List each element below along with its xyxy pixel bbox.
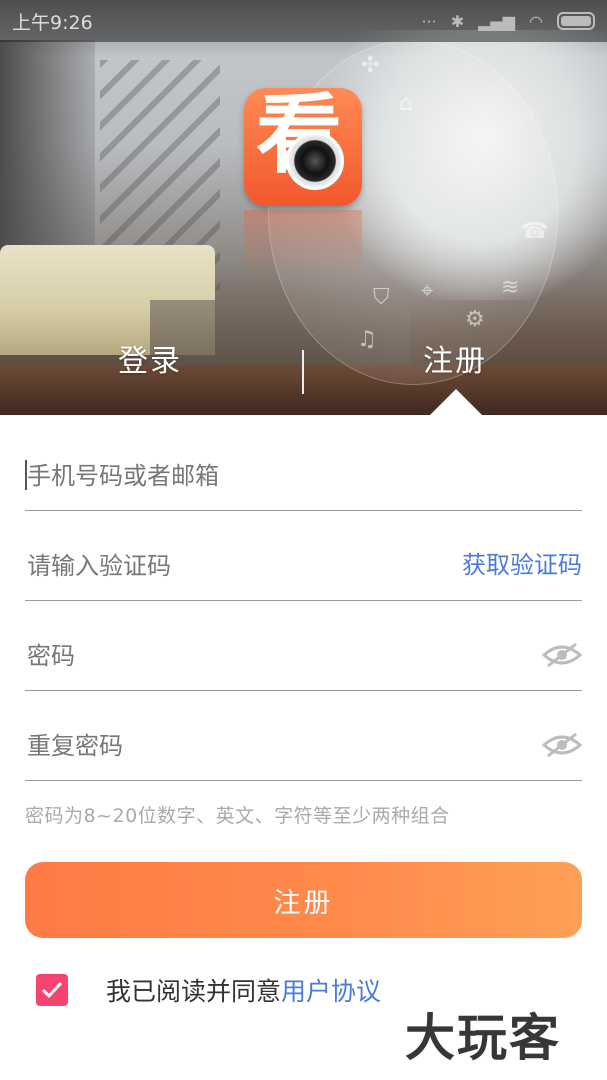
camera-lens-icon [286,132,344,190]
eye-hidden-icon[interactable] [542,732,582,758]
status-bar: 上午9:26 ··· ✱ ▂▄▆ ◠ [0,0,607,42]
get-code-button[interactable]: 获取验证码 [462,545,582,580]
password-input[interactable] [25,642,582,670]
phone-icon: ☎ [521,219,549,244]
music-icon: ♫ [357,327,377,352]
tab-divider [302,350,304,394]
wifi-icon: ◠ [529,11,543,31]
more-icon: ··· [421,11,437,31]
register-form: 获取验证码 密码为8~20位数字、英文、字符等至少两种组合 [25,415,582,828]
watermark: 大玩客 [405,1009,561,1067]
code-field: 获取验证码 [25,511,582,601]
gear-icon: ⚙ [465,307,485,332]
eye-hidden-icon[interactable] [542,642,582,668]
location-icon: ⌖ [421,279,434,304]
app-logo: 看 [244,88,362,206]
shield-icon: ⛉ [373,285,390,310]
password-repeat-input[interactable] [25,732,582,760]
register-button[interactable]: 注册 [25,862,582,938]
password-repeat-field [25,691,582,781]
active-tab-indicator [429,389,483,416]
text-cursor [25,460,27,490]
fan-icon: ✣ [361,53,380,78]
bluetooth-icon: ✱ [450,11,465,31]
status-time: 上午9:26 [12,11,93,34]
user-agreement-link[interactable]: 用户协议 [281,972,381,1008]
agreement-checkbox[interactable] [36,974,68,1006]
wifi-icon: ≋ [501,275,520,300]
signal-icon: ▂▄▆ [478,11,516,31]
password-field [25,601,582,691]
logo-reflection [244,210,362,280]
account-input[interactable] [25,462,582,490]
battery-icon [557,12,595,30]
agreement-row: 我已阅读并同意 用户协议 [36,972,381,1008]
tab-register[interactable]: 注册 [423,336,487,380]
checkmark-icon [41,981,63,999]
status-icons: ··· ✱ ▂▄▆ ◠ [421,12,595,31]
hero-wall [0,40,95,280]
password-hint: 密码为8~20位数字、英文、字符等至少两种组合 [25,805,450,827]
tab-login[interactable]: 登录 [118,336,182,380]
account-field [25,415,582,511]
agreement-text: 我已阅读并同意 [106,977,282,1006]
home-icon: ⌂ [399,91,413,116]
